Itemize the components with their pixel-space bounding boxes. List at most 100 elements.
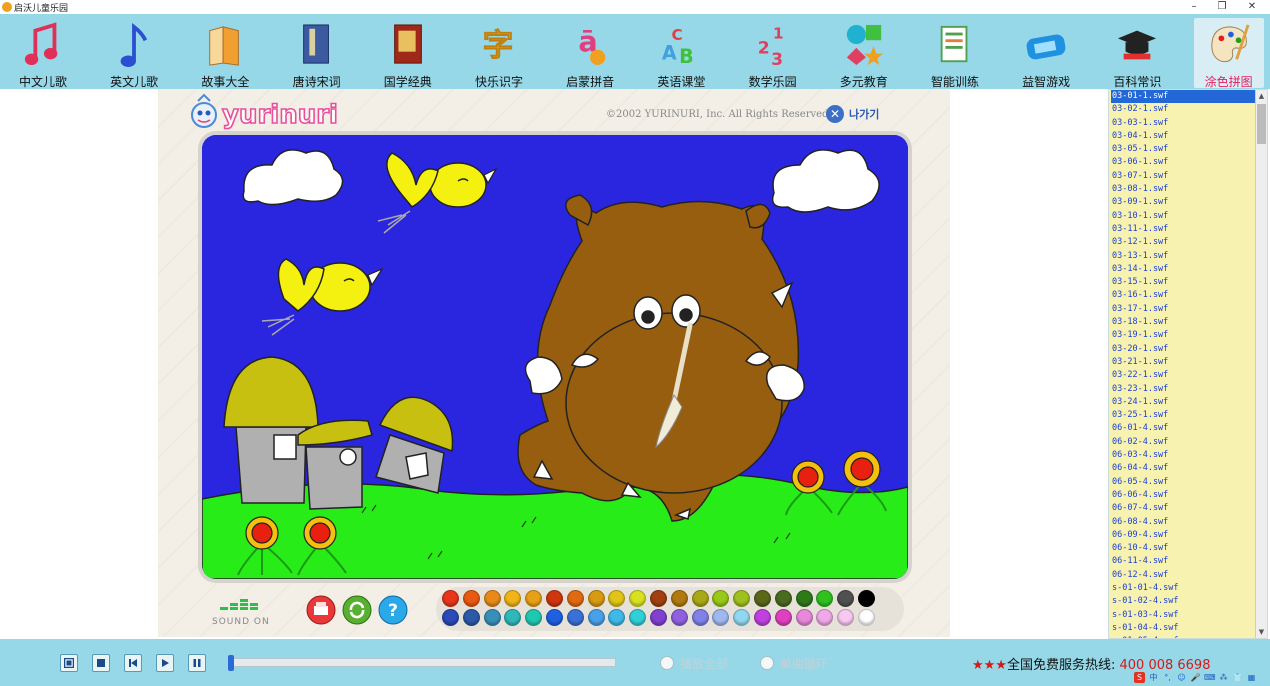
file-playlist[interactable]: 03-01-1.swf 03-02-1.swf 03-03-1.swf 03-04-1… — [1108, 89, 1268, 639]
color-swatch[interactable] — [629, 609, 647, 626]
playlist-item[interactable]: 06-03-4.swf — [1111, 449, 1257, 462]
coloring-picture[interactable] — [202, 135, 908, 579]
playlist-item[interactable]: 03-01-1.swf — [1111, 90, 1257, 104]
tray-icon[interactable]: ⌨ — [1204, 672, 1216, 683]
color-swatch[interactable] — [837, 590, 855, 607]
tray-icon[interactable]: °, — [1162, 672, 1173, 683]
color-swatch[interactable] — [837, 609, 855, 626]
color-swatch[interactable] — [629, 590, 647, 607]
color-swatch[interactable] — [587, 590, 605, 607]
color-swatch[interactable] — [733, 609, 751, 626]
category-item-11[interactable]: 益智游戏 — [1011, 18, 1081, 89]
color-swatch[interactable] — [566, 609, 584, 626]
playlist-item[interactable]: 06-04-4.swf — [1111, 462, 1257, 475]
color-swatch[interactable] — [733, 590, 751, 607]
stop-button[interactable] — [92, 654, 110, 672]
playlist-item[interactable]: 03-13-1.swf — [1111, 250, 1257, 263]
color-swatch[interactable] — [462, 590, 480, 607]
category-item-7[interactable]: C A B 英语课堂 — [646, 18, 716, 89]
pause-button[interactable] — [188, 654, 206, 672]
category-item-12[interactable]: 百科常识 — [1102, 18, 1172, 89]
color-swatch[interactable] — [754, 590, 771, 607]
playlist-item[interactable]: s-01-01-4.swf — [1111, 582, 1257, 595]
playlist-item[interactable]: 03-14-1.swf — [1111, 263, 1257, 276]
playlist-item[interactable]: 03-10-1.swf — [1111, 210, 1257, 223]
color-swatch[interactable] — [525, 590, 543, 607]
progress-slider[interactable] — [228, 655, 616, 671]
playlist-item[interactable]: 03-15-1.swf — [1111, 276, 1257, 289]
category-item-0[interactable]: 中文儿歌 — [8, 18, 78, 89]
color-swatch[interactable] — [816, 590, 834, 607]
playlist-item[interactable]: 03-19-1.swf — [1111, 329, 1257, 342]
print-button[interactable] — [306, 595, 336, 625]
color-swatch[interactable] — [483, 609, 501, 626]
scroll-thumb[interactable] — [1257, 104, 1266, 144]
tray-icon[interactable]: 中 — [1148, 672, 1159, 683]
playlist-item[interactable]: 03-02-1.swf — [1111, 103, 1257, 116]
previous-button[interactable] — [124, 654, 142, 672]
play-all-radio[interactable]: 播放全部 — [660, 655, 728, 671]
playlist-item[interactable]: 03-24-1.swf — [1111, 396, 1257, 409]
color-swatch[interactable] — [670, 609, 688, 626]
color-swatch[interactable] — [608, 590, 626, 607]
playlist-item[interactable]: s-01-03-4.swf — [1111, 609, 1257, 622]
playlist-item[interactable]: 06-10-4.swf — [1111, 542, 1257, 555]
playlist-item[interactable]: 06-01-4.swf — [1111, 422, 1257, 435]
color-swatch[interactable] — [795, 590, 813, 607]
color-swatch[interactable] — [650, 590, 667, 607]
mushroom-house-middle[interactable] — [297, 419, 373, 510]
playlist-item[interactable]: 03-25-1.swf — [1111, 409, 1257, 422]
color-swatch[interactable] — [462, 609, 480, 626]
category-item-6[interactable]: ā 启蒙拼音 — [555, 18, 625, 89]
playlist-item[interactable]: 03-12-1.swf — [1111, 236, 1257, 249]
playlist-item[interactable]: 03-06-1.swf — [1111, 156, 1257, 169]
playlist-item[interactable]: s-01-02-4.swf — [1111, 595, 1257, 608]
playlist-item[interactable]: 06-08-4.swf — [1111, 516, 1257, 529]
playlist-item[interactable]: 03-22-1.swf — [1111, 369, 1257, 382]
fullscreen-button[interactable] — [60, 654, 78, 672]
category-item-2[interactable]: 故事大全 — [190, 18, 260, 89]
category-item-9[interactable]: 多元教育 — [829, 18, 899, 89]
tray-icon[interactable]: ▦ — [1246, 672, 1257, 683]
help-button[interactable]: ? — [378, 595, 408, 625]
color-swatch[interactable] — [774, 590, 792, 607]
minimize-button[interactable]: – — [1180, 0, 1208, 14]
playlist-item[interactable]: 03-05-1.swf — [1111, 143, 1257, 156]
playlist-item[interactable]: 03-03-1.swf — [1111, 117, 1257, 130]
color-swatch[interactable] — [608, 609, 626, 626]
play-button[interactable] — [156, 654, 174, 672]
category-item-10[interactable]: 智能训练 — [920, 18, 990, 89]
playlist-item[interactable]: 06-11-4.swf — [1111, 555, 1257, 568]
color-swatch[interactable] — [670, 590, 688, 607]
playlist-item[interactable]: 03-17-1.swf — [1111, 303, 1257, 316]
category-item-1[interactable]: 英文儿歌 — [99, 18, 169, 89]
category-item-3[interactable]: 唐诗宋词 — [282, 18, 352, 89]
playlist-item[interactable]: 03-18-1.swf — [1111, 316, 1257, 329]
color-swatch[interactable] — [650, 609, 667, 626]
playlist-item[interactable]: 06-06-4.swf — [1111, 489, 1257, 502]
category-item-13[interactable]: 涂色拼图 — [1193, 18, 1264, 89]
playlist-item[interactable]: 06-12-4.swf — [1111, 569, 1257, 582]
tray-icon[interactable]: ⁂ — [1218, 672, 1229, 683]
playlist-item[interactable]: 03-08-1.swf — [1111, 183, 1257, 196]
color-swatch[interactable] — [858, 590, 875, 607]
tray-icon[interactable]: S — [1134, 672, 1145, 683]
color-swatch[interactable] — [504, 590, 522, 607]
color-swatch[interactable] — [774, 609, 792, 626]
playlist-scrollbar[interactable]: ▲ ▼ — [1255, 90, 1267, 638]
tray-icon[interactable]: 🎤 — [1190, 672, 1201, 683]
coloring-canvas[interactable] — [202, 135, 908, 579]
sound-toggle[interactable]: SOUND ON — [212, 589, 272, 629]
playlist-item[interactable]: 03-23-1.swf — [1111, 383, 1257, 396]
color-swatch[interactable] — [442, 590, 459, 607]
color-swatch[interactable] — [566, 590, 584, 607]
category-item-4[interactable]: 国学经典 — [373, 18, 443, 89]
playlist-item[interactable]: 06-05-4.swf — [1111, 476, 1257, 489]
color-swatch[interactable] — [546, 590, 563, 607]
scroll-down-icon[interactable]: ▼ — [1256, 626, 1267, 638]
exit-button[interactable]: ✕ 나가기 — [826, 104, 879, 124]
color-swatch[interactable] — [525, 609, 543, 626]
reset-button[interactable] — [342, 595, 372, 625]
color-swatch[interactable] — [691, 590, 709, 607]
playlist-item[interactable]: s-01-04-4.swf — [1111, 622, 1257, 635]
